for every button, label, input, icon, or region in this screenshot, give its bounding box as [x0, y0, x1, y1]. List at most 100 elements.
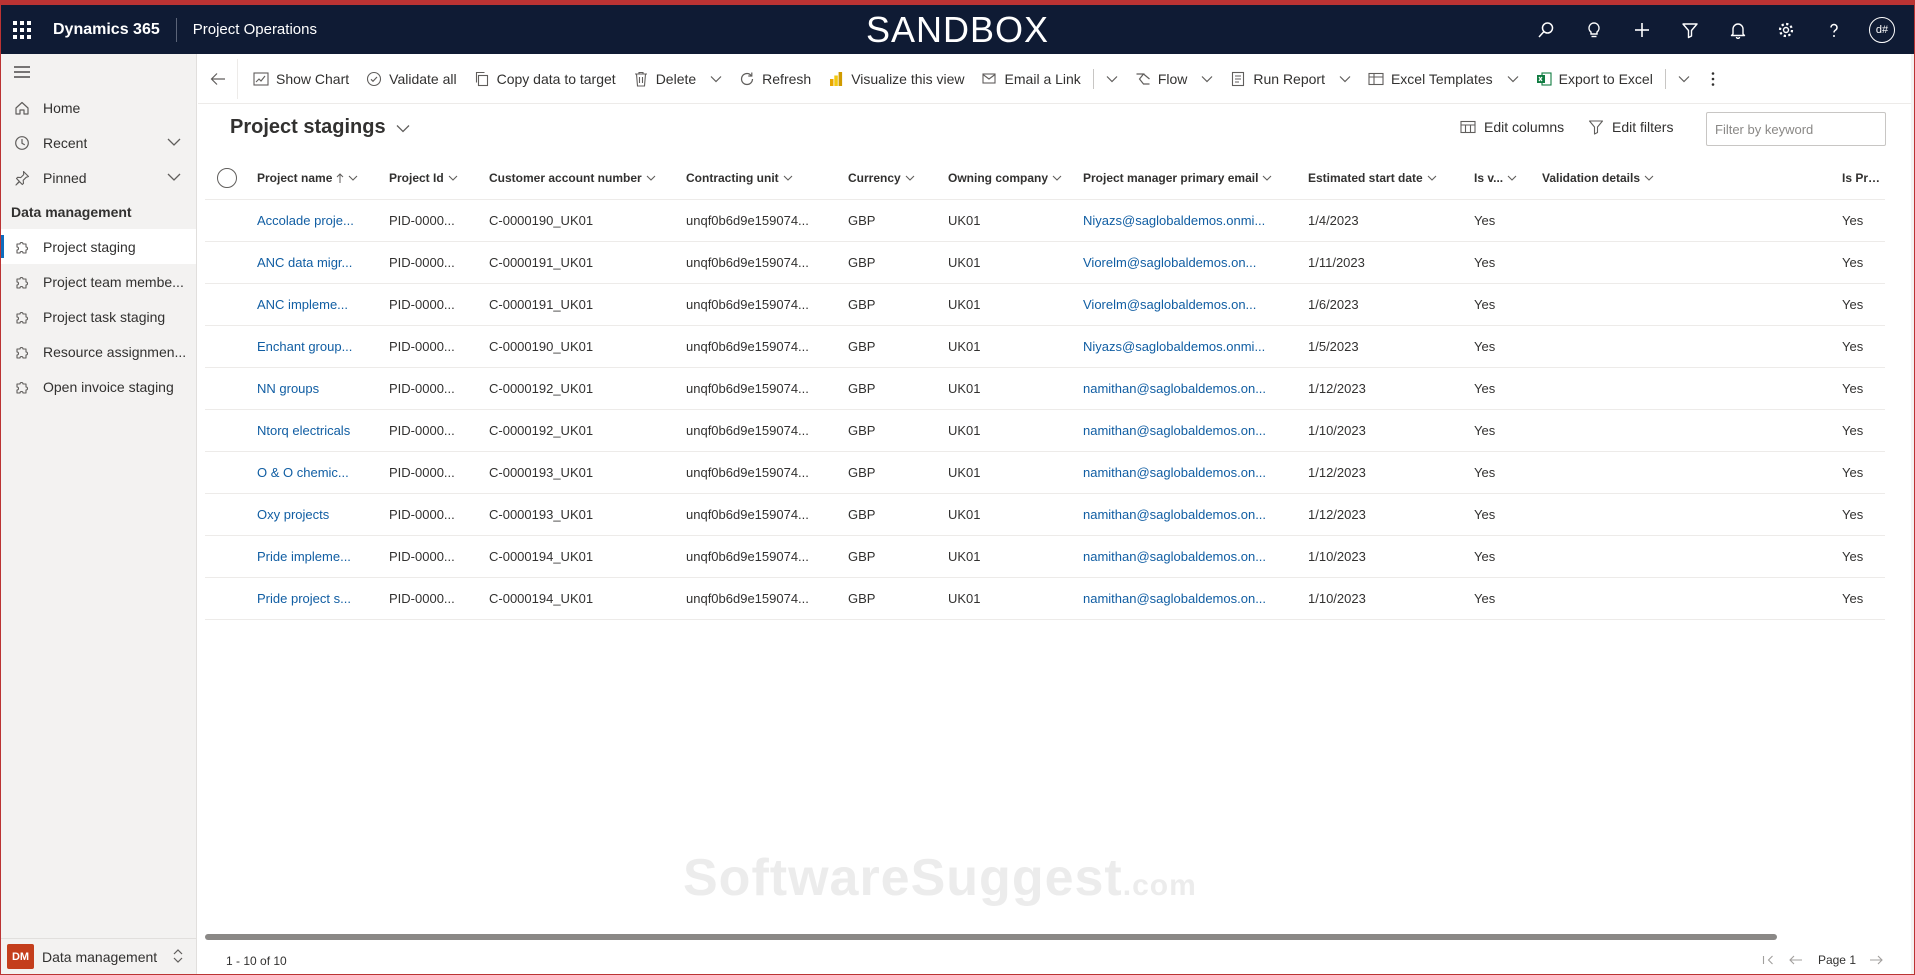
sidebar-item-project-task-staging[interactable]: Project task staging: [1, 299, 196, 334]
more-commands-button[interactable]: [1698, 61, 1728, 97]
filter-by-keyword-input[interactable]: [1706, 112, 1886, 146]
chevron-down-icon: [167, 173, 181, 181]
cell-project-name[interactable]: NN groups: [257, 381, 389, 396]
area-switcher[interactable]: DM Data management: [1, 938, 196, 974]
cell-manager-email[interactable]: namithan@saglobaldemos.on...: [1083, 591, 1308, 606]
column-header-project-manager-email[interactable]: Project manager primary email: [1083, 171, 1308, 185]
table-row[interactable]: Accolade proje... PID-0000... C-0000190_UK…: [205, 200, 1885, 242]
column-header-currency[interactable]: Currency: [848, 171, 948, 185]
cell-project-name[interactable]: Ntorq electricals: [257, 423, 389, 438]
refresh-button[interactable]: Refresh: [730, 61, 819, 97]
chevron-down-icon: [783, 175, 793, 181]
cell-project-name[interactable]: Pride impleme...: [257, 549, 389, 564]
cell-project-name[interactable]: ANC impleme...: [257, 297, 389, 312]
cell-is-validated: Yes: [1474, 591, 1496, 606]
cell-manager-email[interactable]: namithan@saglobaldemos.on...: [1083, 381, 1308, 396]
table-row[interactable]: Oxy projects PID-0000... C-0000193_UK01 unq…: [205, 494, 1885, 536]
export-dropdown-button[interactable]: [1670, 61, 1698, 97]
email-link-button[interactable]: Email a Link: [973, 61, 1089, 97]
table-row[interactable]: Pride project s... PID-0000... C-0000194_U…: [205, 578, 1885, 620]
sidebar-item-recent[interactable]: Recent: [1, 125, 196, 160]
brand-name[interactable]: Dynamics 365: [43, 21, 176, 39]
cell-manager-email[interactable]: Viorelm@saglobaldemos.on...: [1083, 255, 1308, 270]
sidebar-item-pinned[interactable]: Pinned: [1, 160, 196, 195]
column-header-customer-account-number[interactable]: Customer account number: [489, 171, 686, 185]
table-row[interactable]: Enchant group... PID-0000... C-0000190_UK0…: [205, 326, 1885, 368]
search-button[interactable]: [1522, 5, 1570, 54]
cell-manager-email[interactable]: namithan@saglobaldemos.on...: [1083, 423, 1308, 438]
settings-button[interactable]: [1762, 5, 1810, 54]
cell-project-name[interactable]: Oxy projects: [257, 507, 389, 522]
cell-project-name[interactable]: ANC data migr...: [257, 255, 389, 270]
flow-button[interactable]: Flow: [1126, 61, 1222, 97]
column-header-is-processed[interactable]: Is Proce: [1842, 171, 1885, 185]
help-button[interactable]: [1810, 5, 1858, 54]
sidebar-item-project-team-member-staging[interactable]: Project team membe...: [1, 264, 196, 299]
cell-manager-email[interactable]: namithan@saglobaldemos.on...: [1083, 549, 1308, 564]
first-page-button[interactable]: [1754, 949, 1782, 971]
edit-columns-label: Edit columns: [1484, 119, 1565, 135]
cell-project-name[interactable]: Accolade proje...: [257, 213, 389, 228]
delete-button[interactable]: Delete: [624, 61, 730, 97]
previous-page-button[interactable]: [1782, 949, 1810, 971]
cell-customer-account: C-0000194_UK01: [489, 591, 594, 606]
show-chart-button[interactable]: Show Chart: [244, 61, 357, 97]
email-link-dropdown-button[interactable]: [1098, 61, 1126, 97]
run-report-button[interactable]: Run Report: [1221, 61, 1359, 97]
cell-manager-email[interactable]: Viorelm@saglobaldemos.on...: [1083, 297, 1308, 312]
divider: [1664, 68, 1666, 89]
excel-templates-button[interactable]: Excel Templates: [1359, 61, 1527, 97]
table-row[interactable]: Ntorq electricals PID-0000... C-0000192_UK…: [205, 410, 1885, 452]
table-row[interactable]: Pride impleme... PID-0000... C-0000194_UK0…: [205, 536, 1885, 578]
sidebar-item-label: Recent: [43, 134, 88, 151]
column-header-estimated-start-date[interactable]: Estimated start date: [1308, 171, 1474, 185]
cell-manager-email[interactable]: namithan@saglobaldemos.on...: [1083, 507, 1308, 522]
table-row[interactable]: ANC impleme... PID-0000... C-0000191_UK01 u…: [205, 284, 1885, 326]
collapse-nav-button[interactable]: [1, 54, 196, 90]
column-header-contracting-unit[interactable]: Contracting unit: [686, 171, 848, 185]
column-header-project-id[interactable]: Project Id: [389, 171, 489, 185]
app-name[interactable]: Project Operations: [177, 21, 317, 38]
sidebar-item-home[interactable]: Home: [1, 90, 196, 125]
validate-all-button[interactable]: Validate all: [357, 61, 464, 97]
gear-icon: [1778, 22, 1794, 37]
visualize-view-button[interactable]: Visualize this view: [819, 61, 972, 97]
app-launcher-button[interactable]: [1, 5, 43, 54]
column-header-owning-company[interactable]: Owning company: [948, 171, 1083, 185]
flow-label: Flow: [1157, 70, 1188, 87]
cell-project-name[interactable]: Enchant group...: [257, 339, 389, 354]
back-button[interactable]: [198, 58, 238, 99]
cell-manager-email[interactable]: namithan@saglobaldemos.on...: [1083, 465, 1308, 480]
select-all-checkbox[interactable]: [205, 168, 257, 188]
advanced-find-button[interactable]: [1666, 5, 1714, 54]
cell-project-name[interactable]: Pride project s...: [257, 591, 389, 606]
new-button[interactable]: [1618, 5, 1666, 54]
cell-manager-email[interactable]: Niyazs@saglobaldemos.onmi...: [1083, 213, 1308, 228]
puzzle-icon: [16, 276, 28, 289]
edit-filters-button[interactable]: Edit filters: [1588, 119, 1673, 135]
notifications-button[interactable]: [1714, 5, 1762, 54]
table-row[interactable]: O & O chemic... PID-0000... C-0000193_UK01…: [205, 452, 1885, 494]
column-header-is-validated[interactable]: Is v...: [1474, 171, 1542, 185]
cell-manager-email[interactable]: Niyazs@saglobaldemos.onmi...: [1083, 339, 1308, 354]
view-selector[interactable]: Project stagings: [230, 116, 410, 139]
column-header-validation-details[interactable]: Validation details: [1542, 171, 1842, 185]
lightbulb-icon: [1588, 21, 1600, 37]
sidebar-item-resource-assignment-staging[interactable]: Resource assignmen...: [1, 334, 196, 369]
tips-button[interactable]: [1570, 5, 1618, 54]
export-to-excel-button[interactable]: Export to Excel: [1527, 61, 1661, 97]
sidebar-item-open-invoice-staging[interactable]: Open invoice staging: [1, 369, 196, 404]
table-row[interactable]: NN groups PID-0000... C-0000192_UK01 unqf0b…: [205, 368, 1885, 410]
column-header-project-name[interactable]: Project name: [257, 171, 389, 185]
chevron-down-icon: [1052, 175, 1062, 181]
table-row[interactable]: ANC data migr... PID-0000... C-0000191_UK0…: [205, 242, 1885, 284]
sidebar-item-label: Project task staging: [43, 308, 166, 325]
user-profile-button[interactable]: d#: [1858, 5, 1906, 54]
edit-columns-button[interactable]: Edit columns: [1460, 119, 1564, 135]
next-page-button[interactable]: [1862, 949, 1890, 971]
horizontal-scrollbar[interactable]: [205, 934, 1777, 940]
cell-project-name[interactable]: O & O chemic...: [257, 465, 389, 480]
chevron-up-down-icon: [173, 949, 183, 963]
copy-data-to-target-button[interactable]: Copy data to target: [465, 61, 624, 97]
sidebar-item-project-staging[interactable]: Project staging: [1, 229, 196, 264]
